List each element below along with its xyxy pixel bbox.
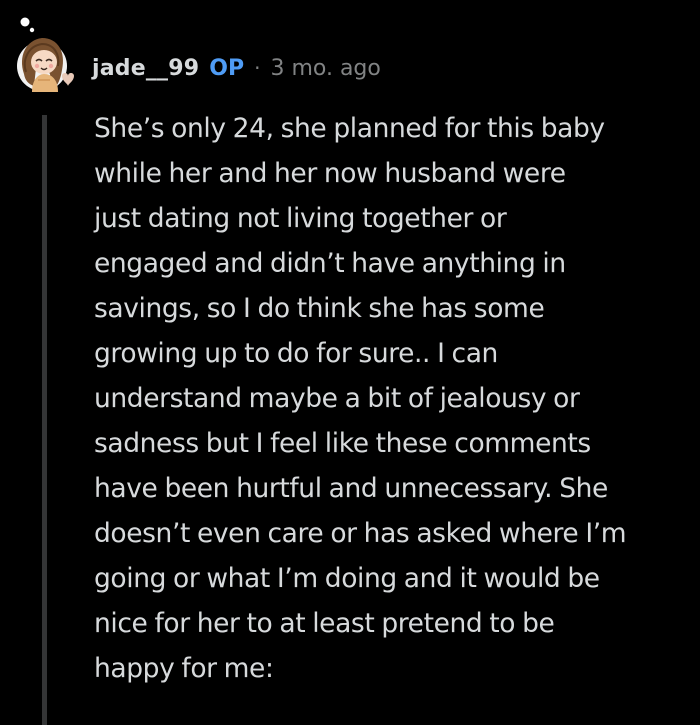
comment-text-line: understand maybe a bit of jealousy or — [94, 383, 580, 414]
comment-text-line: nice for her to at least pretend to be — [94, 608, 555, 639]
comment-text-line: growing up to do for sure.. I can — [94, 338, 498, 369]
comment-timestamp[interactable]: 3 mo. ago — [270, 56, 380, 81]
comment-text-line: going or what I’m doing and it would be — [94, 563, 600, 594]
comment-text-line: doesn’t even care or has asked where I’m — [94, 518, 627, 549]
comment-text-line: sadness but I feel like these comments — [94, 428, 591, 459]
user-avatar-icon — [17, 17, 74, 92]
meta-separator: · — [254, 56, 261, 80]
user-avatar[interactable] — [16, 16, 84, 96]
comment-text-line: savings, so I do think she has some — [94, 293, 545, 324]
comment-text-line: have been hurtful and unnecessary. She — [94, 473, 608, 504]
comment-body: She’s only 24, she planned for this baby… — [94, 106, 694, 691]
op-badge: OP — [209, 55, 245, 81]
thread-collapse-line[interactable] — [42, 115, 47, 725]
comment-header: jade__99 OP · 3 mo. ago — [92, 50, 381, 86]
comment-text-line: engaged and didn’t have anything in — [94, 248, 566, 279]
comment-text-line: while her and her now husband were — [94, 158, 566, 189]
comment-text-line: just dating not living together or — [94, 203, 507, 234]
comment-text-line: She’s only 24, she planned for this baby — [94, 113, 605, 144]
comment-text-line: happy for me: — [94, 653, 274, 684]
username-link[interactable]: jade__99 — [92, 56, 199, 81]
